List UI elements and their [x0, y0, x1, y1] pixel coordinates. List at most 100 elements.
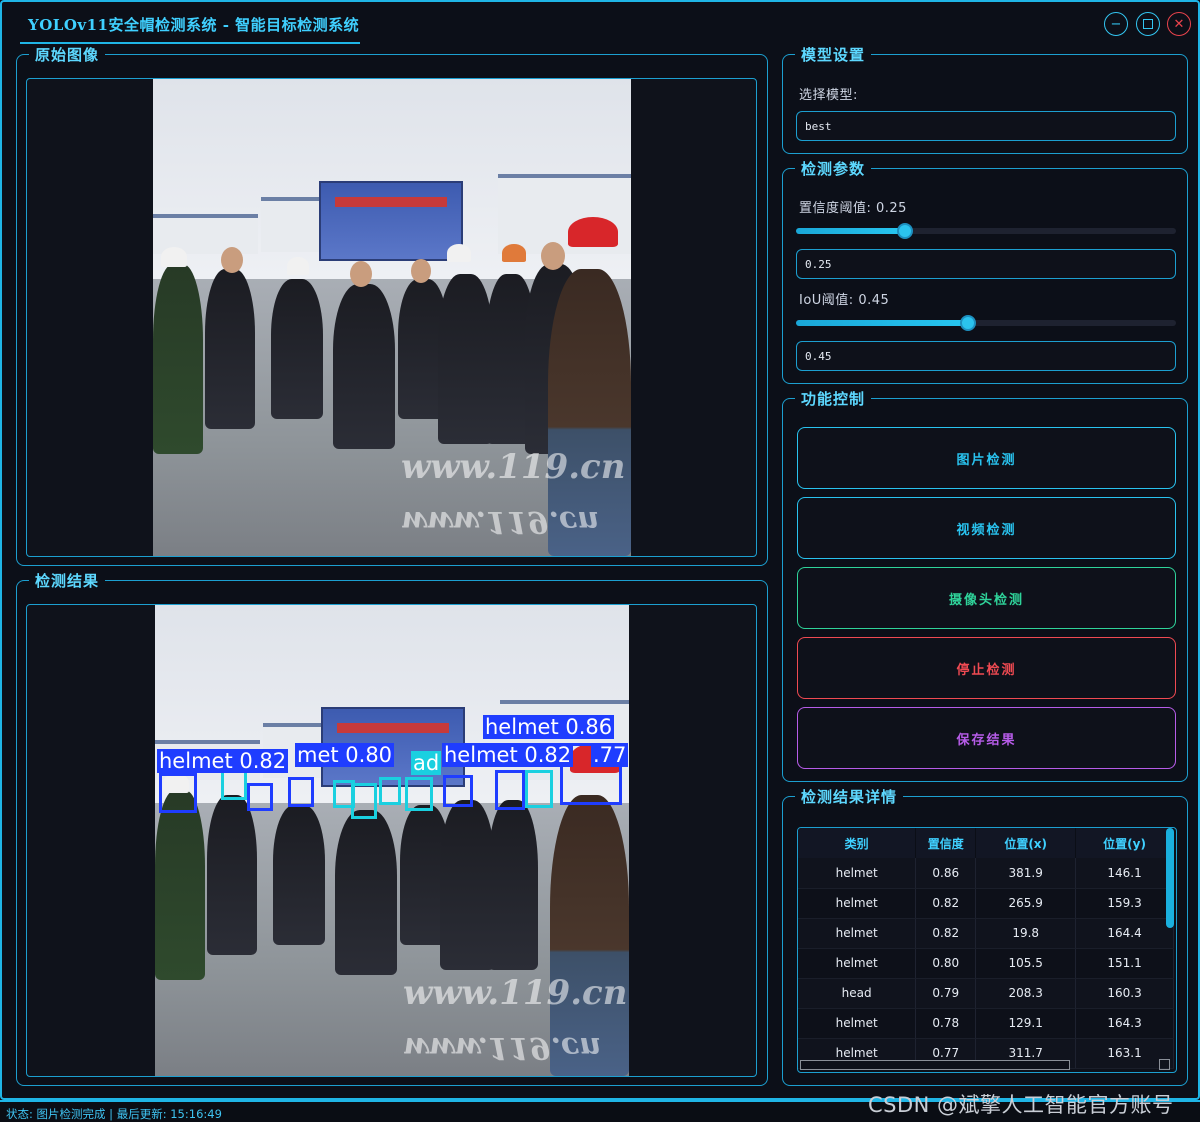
table-cell: 105.5 — [975, 948, 1077, 979]
table-cell: 19.8 — [975, 918, 1077, 949]
conf-slider-fill — [796, 228, 905, 234]
column-header-x[interactable]: 位置(x) — [975, 828, 1077, 858]
detection-label: .77 — [591, 743, 629, 767]
conf-threshold-label: 置信度阈值: 0.25 — [799, 201, 907, 216]
table-row[interactable]: helmet 0.78 129.1 164.3 — [798, 1008, 1174, 1039]
detection-box — [221, 770, 247, 800]
table-cell: 0.82 — [915, 888, 977, 919]
window-title: YOLOv11安全帽检测系统 - 智能目标检测系统 — [28, 16, 360, 34]
table-row[interactable]: helmet 0.82 265.9 159.3 — [798, 888, 1174, 919]
table-row[interactable]: helmet 0.82 19.8 164.4 — [798, 918, 1174, 949]
table-row[interactable]: head 0.79 208.3 160.3 — [798, 978, 1174, 1009]
table-cell: helmet — [798, 858, 917, 889]
detection-result-title: 检测结果 — [29, 570, 106, 591]
detection-label: ad — [411, 751, 442, 775]
column-header-class[interactable]: 类别 — [798, 828, 917, 858]
iou-slider-handle[interactable] — [960, 315, 976, 331]
image-detect-button[interactable]: 图片检测 — [797, 427, 1176, 489]
detection-label: helmet 0.86 — [483, 715, 615, 739]
conf-slider[interactable] — [796, 223, 1176, 239]
table-cell: helmet — [798, 918, 917, 949]
iou-slider-fill — [796, 320, 968, 326]
maximize-icon[interactable] — [1136, 12, 1160, 36]
detection-params-panel: 检测参数 置信度阈值: 0.25 0.25 IoU阈值: 0.45 0.45 — [782, 158, 1188, 384]
table-cell: 0.78 — [915, 1008, 977, 1039]
model-select[interactable]: best — [796, 111, 1176, 141]
table-cell: head — [798, 978, 917, 1009]
table-cell: 0.82 — [915, 918, 977, 949]
conf-slider-handle[interactable] — [897, 223, 913, 239]
detection-box — [495, 770, 525, 810]
original-image-frame: www.119.cn www.119.cn — [26, 78, 757, 557]
original-image-title: 原始图像 — [29, 44, 106, 65]
detection-label: helmet 0.82 — [442, 743, 574, 767]
table-cell: 159.3 — [1075, 888, 1174, 919]
iou-threshold-label: IoU阈值: 0.45 — [799, 293, 890, 308]
table-cell: 164.3 — [1075, 1008, 1174, 1039]
detection-label: helmet 0.82 — [157, 749, 289, 773]
result-table: 类别 置信度 位置(x) 位置(y) helmet 0.86 381.9 146.1 h… — [798, 828, 1174, 1069]
billboard — [319, 181, 463, 261]
table-cell: 151.1 — [1075, 948, 1174, 979]
photo-watermark-bottom: www.119.cn — [401, 504, 600, 539]
table-cell: helmet — [798, 888, 917, 919]
table-cell: 0.80 — [915, 948, 977, 979]
table-row[interactable]: helmet 0.80 105.5 151.1 — [798, 948, 1174, 979]
result-table-container: 类别 置信度 位置(x) 位置(y) helmet 0.86 381.9 146.1 h… — [797, 827, 1177, 1073]
video-detect-button[interactable]: 视频检测 — [797, 497, 1176, 559]
result-photo: helmet 0.86 helmet 0.82 met 0.80 helmet … — [155, 605, 629, 1076]
table-cell: helmet — [798, 1008, 917, 1039]
detection-label: met 0.80 — [295, 743, 395, 767]
original-image-panel: 原始图像 www.119.cn www.119.cn — [16, 44, 768, 566]
minimize-icon[interactable]: − — [1104, 12, 1128, 36]
iou-slider[interactable] — [796, 315, 1176, 331]
table-cell: 129.1 — [975, 1008, 1077, 1039]
model-settings-panel: 模型设置 选择模型: best — [782, 44, 1188, 154]
model-select-label: 选择模型: — [799, 88, 858, 103]
close-icon[interactable]: ✕ — [1167, 12, 1191, 36]
table-cell: 208.3 — [975, 978, 1077, 1009]
table-cell: 0.86 — [915, 858, 977, 889]
table-header-row: 类别 置信度 位置(x) 位置(y) — [798, 828, 1174, 858]
result-details-panel: 检测结果详情 类别 置信度 位置(x) 位置(y) helmet 0.86 381.… — [782, 786, 1188, 1086]
camera-detect-button[interactable]: 摄像头检测 — [797, 567, 1176, 629]
table-cell: 265.9 — [975, 888, 1077, 919]
original-photo: www.119.cn www.119.cn — [153, 79, 631, 556]
photo-watermark-top: www.119.cn — [403, 973, 628, 1013]
result-image-frame: helmet 0.86 helmet 0.82 met 0.80 helmet … — [26, 604, 757, 1077]
table-cell: helmet — [798, 948, 917, 979]
table-cell: 164.4 — [1075, 918, 1174, 949]
conf-threshold-input[interactable]: 0.25 — [796, 249, 1176, 279]
table-cell: 381.9 — [975, 858, 1077, 889]
table-cell: 160.3 — [1075, 978, 1174, 1009]
stop-detect-button[interactable]: 停止检测 — [797, 637, 1176, 699]
main-window: YOLOv11安全帽检测系统 - 智能目标检测系统 − ✕ 原始图像 www.1… — [0, 0, 1200, 1100]
function-controls-panel: 功能控制 图片检测 视频检测 摄像头检测 停止检测 保存结果 — [782, 388, 1188, 782]
save-result-button[interactable]: 保存结果 — [797, 707, 1176, 769]
detection-box — [351, 783, 377, 819]
detection-box — [159, 773, 197, 813]
result-details-title: 检测结果详情 — [795, 786, 904, 807]
photo-watermark-bottom: www.119.cn — [403, 1030, 602, 1065]
horizontal-scrollbar[interactable] — [800, 1060, 1070, 1070]
detection-box — [443, 775, 473, 807]
vertical-scrollbar[interactable] — [1166, 828, 1174, 928]
title-bar: YOLOv11安全帽检测系统 - 智能目标检测系统 − ✕ — [2, 2, 1198, 44]
detection-box — [525, 770, 553, 808]
model-settings-title: 模型设置 — [795, 44, 872, 65]
scrollbar-corner — [1159, 1059, 1170, 1070]
detection-result-panel: 检测结果 helmet 0.86 helmet 0.82 met 0.80 he… — [16, 570, 768, 1086]
iou-threshold-input[interactable]: 0.45 — [796, 341, 1176, 371]
status-text: 状态: 图片检测完成 | 最后更新: 15:16:49 — [6, 1107, 222, 1121]
detection-box — [247, 783, 273, 811]
table-cell: 0.79 — [915, 978, 977, 1009]
detection-box — [288, 777, 314, 807]
detection-box — [405, 777, 433, 811]
table-cell: 146.1 — [1075, 858, 1174, 889]
column-header-confidence[interactable]: 置信度 — [915, 828, 977, 858]
function-controls-title: 功能控制 — [795, 388, 872, 409]
photo-watermark-top: www.119.cn — [401, 447, 626, 487]
column-header-y[interactable]: 位置(y) — [1075, 828, 1174, 858]
csdn-watermark: CSDN @斌擎人工智能官方账号 — [868, 1093, 1174, 1117]
table-row[interactable]: helmet 0.86 381.9 146.1 — [798, 858, 1174, 889]
